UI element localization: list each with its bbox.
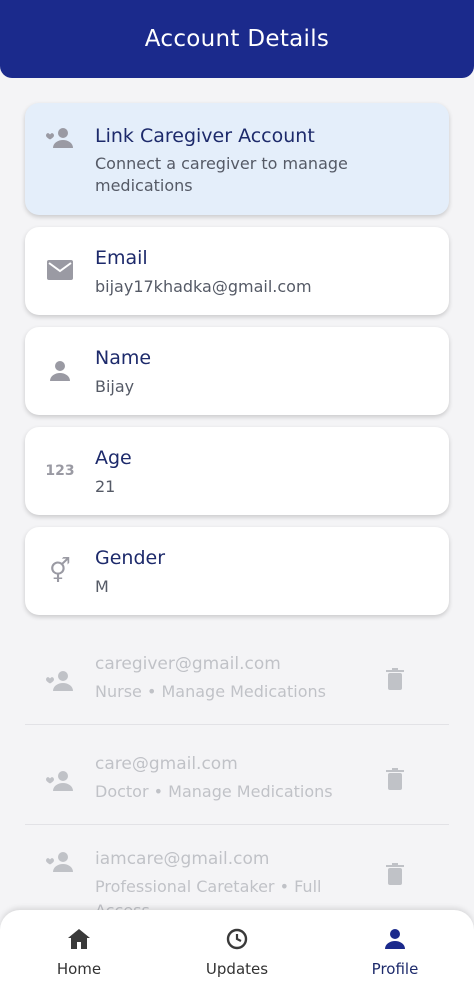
- nav-home[interactable]: Home: [0, 910, 158, 996]
- name-value: Bijay: [95, 377, 135, 396]
- caregiver-email: iamcare@gmail.com: [95, 849, 270, 869]
- person-icon: [45, 356, 75, 386]
- home-icon: [66, 926, 92, 952]
- age-card[interactable]: 123 Age 21: [25, 427, 449, 515]
- bottom-navigation: Home Updates Profile: [0, 910, 474, 996]
- gender-title: Gender: [95, 547, 166, 569]
- divider: [25, 724, 449, 725]
- nav-updates-label: Updates: [205, 960, 269, 978]
- caregiver-email: care@gmail.com: [95, 754, 238, 774]
- numbers-icon: 123: [45, 463, 75, 479]
- caregiver-email: caregiver@gmail.com: [95, 654, 281, 674]
- name-title: Name: [95, 347, 152, 369]
- gender-icon: ⚥: [49, 557, 71, 585]
- link-caregiver-subtitle: Connect a caregiver to manage medication…: [95, 154, 348, 195]
- trash-icon[interactable]: [383, 766, 407, 792]
- caregiver-role: Doctor • Manage Medications: [95, 782, 333, 801]
- history-icon: [224, 926, 250, 952]
- gender-value: M: [95, 577, 109, 596]
- caregiver-icon: [45, 847, 75, 877]
- add-person-icon: [45, 123, 75, 153]
- nav-updates[interactable]: Updates: [158, 910, 316, 996]
- divider: [25, 824, 449, 825]
- caregiver-icon: [45, 666, 75, 696]
- link-caregiver-card[interactable]: Link Caregiver Account Connect a caregiv…: [25, 103, 449, 215]
- trash-icon[interactable]: [383, 666, 407, 692]
- email-value: bijay17khadka@gmail.com: [95, 277, 312, 296]
- profile-icon: [382, 926, 408, 952]
- email-title: Email: [95, 247, 148, 269]
- nav-home-label: Home: [56, 960, 102, 978]
- app-header: Account Details: [0, 0, 474, 78]
- age-value: 21: [95, 477, 116, 496]
- gender-card[interactable]: ⚥ Gender M: [25, 527, 449, 615]
- name-card[interactable]: Name Bijay: [25, 327, 449, 415]
- caregiver-list-item[interactable]: caregiver@gmail.com Nurse • Manage Medic…: [25, 652, 449, 752]
- trash-icon[interactable]: [383, 861, 407, 887]
- caregiver-icon: [45, 766, 75, 796]
- nav-profile[interactable]: Profile: [316, 910, 474, 996]
- caregiver-list-item[interactable]: care@gmail.com Doctor • Manage Medicatio…: [25, 752, 449, 852]
- caregiver-role: Nurse • Manage Medications: [95, 682, 326, 701]
- email-card[interactable]: Email bijay17khadka@gmail.com: [25, 227, 449, 315]
- page-title: Account Details: [144, 26, 330, 52]
- link-caregiver-title: Link Caregiver Account: [95, 125, 315, 147]
- nav-profile-label: Profile: [371, 960, 419, 978]
- age-title: Age: [95, 447, 132, 469]
- mail-icon: [45, 255, 75, 285]
